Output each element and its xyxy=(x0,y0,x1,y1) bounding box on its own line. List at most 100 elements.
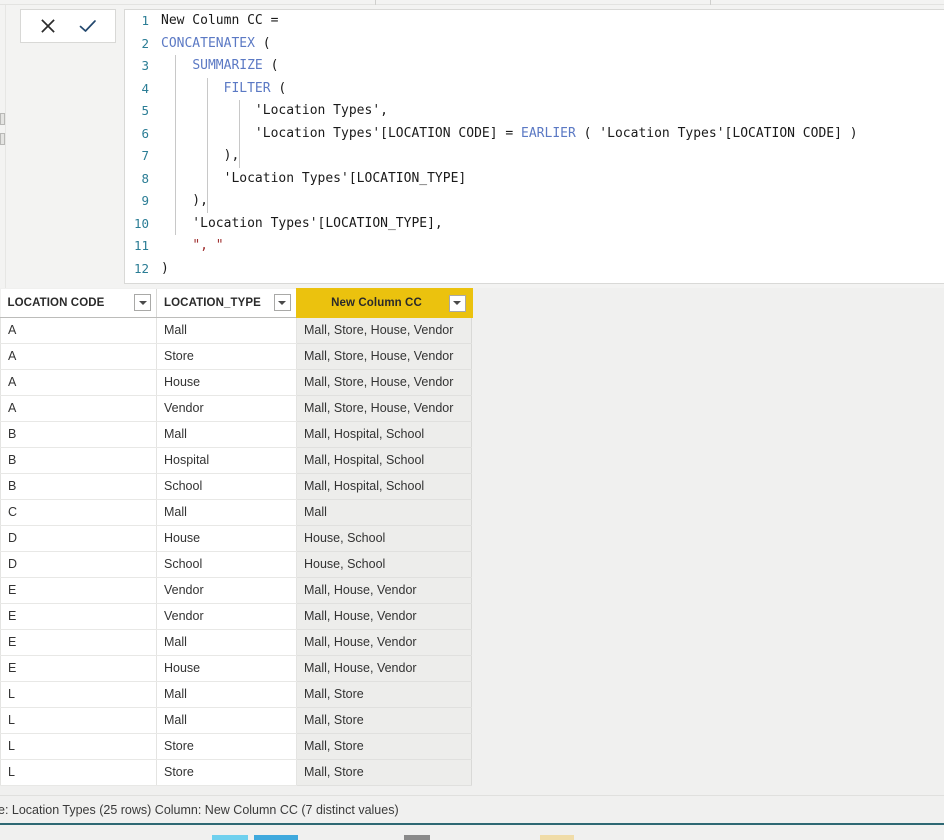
table-row[interactable]: L Store Mall, Store xyxy=(0,733,472,760)
table-cell[interactable]: Mall, Store, House, Vendor xyxy=(296,369,472,396)
taskbar-chip[interactable] xyxy=(212,835,248,840)
table-cell[interactable]: House xyxy=(156,369,297,396)
table-row[interactable]: A Vendor Mall, Store, House, Vendor xyxy=(0,395,472,422)
table-row[interactable]: E House Mall, House, Vendor xyxy=(0,655,472,682)
left-panel-handle[interactable] xyxy=(0,113,5,125)
table-cell[interactable]: Mall xyxy=(296,499,472,526)
table-cell[interactable]: School xyxy=(156,551,297,578)
taskbar-chip[interactable] xyxy=(254,835,298,840)
table-cell[interactable]: Hospital xyxy=(156,447,297,474)
table-row[interactable]: L Mall Mall, Store xyxy=(0,681,472,708)
table-cell[interactable]: House xyxy=(156,655,297,682)
left-panel-handle[interactable] xyxy=(0,133,5,145)
table-cell[interactable]: L xyxy=(0,733,157,760)
table-cell[interactable]: E xyxy=(0,655,157,682)
table-cell[interactable]: Mall, Store xyxy=(296,733,472,760)
taskbar-chip[interactable] xyxy=(404,835,430,840)
table-cell[interactable]: School xyxy=(156,473,297,500)
code-line: 2 CONCATENATEX ( xyxy=(125,33,944,56)
table-cell[interactable]: House, School xyxy=(296,551,472,578)
table-cell[interactable]: Mall, Store xyxy=(296,681,472,708)
table-cell[interactable]: Mall xyxy=(156,707,297,734)
table-cell[interactable]: Mall, Store xyxy=(296,759,472,786)
table-cell[interactable]: Mall, Hospital, School xyxy=(296,473,472,500)
table-cell[interactable]: Mall xyxy=(156,681,297,708)
table-row[interactable]: D School House, School xyxy=(0,551,472,578)
table-cell[interactable]: E xyxy=(0,577,157,604)
column-header-2[interactable]: LOCATION_TYPE xyxy=(156,289,297,318)
table-cell[interactable]: Mall, House, Vendor xyxy=(296,577,472,604)
table-cell[interactable]: D xyxy=(0,551,157,578)
table-cell[interactable]: A xyxy=(0,343,157,370)
chevron-down-icon xyxy=(278,300,286,305)
table-cell[interactable]: E xyxy=(0,603,157,630)
code-text: SUMMARIZE ( xyxy=(155,55,944,78)
table-cell[interactable]: Store xyxy=(156,343,297,370)
table-cell[interactable]: Mall xyxy=(156,499,297,526)
code-token-fn: CONCATENATEX xyxy=(161,35,255,51)
table-cell[interactable]: C xyxy=(0,499,157,526)
column-header-1[interactable]: LOCATION CODE xyxy=(0,289,157,318)
table-cell[interactable]: Vendor xyxy=(156,395,297,422)
table-cell[interactable]: Mall, Hospital, School xyxy=(296,421,472,448)
line-number: 5 xyxy=(141,103,149,118)
table-cell[interactable]: L xyxy=(0,759,157,786)
table-cell[interactable]: Mall, Store xyxy=(296,707,472,734)
table-cell[interactable]: Mall, House, Vendor xyxy=(296,629,472,656)
column-filter-dropdown-button[interactable] xyxy=(134,294,151,312)
code-token-fn: EARLIER xyxy=(521,125,576,141)
table-cell[interactable]: D xyxy=(0,525,157,552)
table-row[interactable]: A Store Mall, Store, House, Vendor xyxy=(0,343,472,370)
power-bi-dax-editor-window: 1 New Column CC = 2 CONCATENATEX (3 SUMMARI… xyxy=(0,0,944,840)
table-cell[interactable]: Mall xyxy=(156,629,297,656)
code-text: FILTER ( xyxy=(155,78,944,101)
table-cell[interactable]: L xyxy=(0,681,157,708)
table-cell[interactable]: A xyxy=(0,317,157,344)
column-header-3[interactable]: New Column CC xyxy=(295,288,473,318)
table-cell[interactable]: Store xyxy=(156,733,297,760)
table-cell[interactable]: House, School xyxy=(296,525,472,552)
table-row[interactable]: C Mall Mall xyxy=(0,499,472,526)
table-row[interactable]: E Mall Mall, House, Vendor xyxy=(0,629,472,656)
table-row[interactable]: D House House, School xyxy=(0,525,472,552)
line-number: 7 xyxy=(141,148,149,163)
code-token-op: 'Location Types', xyxy=(161,103,388,118)
code-token-op: ) xyxy=(161,260,169,276)
table-row[interactable]: A Mall Mall, Store, House, Vendor xyxy=(0,317,472,344)
code-text: ", " xyxy=(155,235,944,258)
table-cell[interactable]: Mall, Store, House, Vendor xyxy=(296,317,472,344)
table-cell[interactable]: B xyxy=(0,473,157,500)
table-cell[interactable]: A xyxy=(0,395,157,422)
table-row[interactable]: L Store Mall, Store xyxy=(0,759,472,786)
table-cell[interactable]: L xyxy=(0,707,157,734)
table-cell[interactable]: Mall, House, Vendor xyxy=(296,603,472,630)
dax-formula-editor[interactable]: 1 New Column CC = 2 CONCATENATEX (3 SUMMARI… xyxy=(124,9,944,284)
table-cell[interactable]: House xyxy=(156,525,297,552)
table-cell[interactable]: Mall, House, Vendor xyxy=(296,655,472,682)
table-cell[interactable]: Vendor xyxy=(156,577,297,604)
table-cell[interactable]: Mall xyxy=(156,421,297,448)
table-row[interactable]: B Hospital Mall, Hospital, School xyxy=(0,447,472,474)
column-filter-dropdown-button[interactable] xyxy=(448,294,466,312)
table-row[interactable]: L Mall Mall, Store xyxy=(0,707,472,734)
table-cell[interactable]: Mall, Store, House, Vendor xyxy=(296,343,472,370)
table-cell[interactable]: A xyxy=(0,369,157,396)
table-cell[interactable]: Store xyxy=(156,759,297,786)
table-cell[interactable]: B xyxy=(0,421,157,448)
taskbar-chip[interactable] xyxy=(540,835,574,840)
table-row[interactable]: B Mall Mall, Hospital, School xyxy=(0,421,472,448)
accept-formula-button[interactable] xyxy=(73,12,103,40)
table-row[interactable]: B School Mall, Hospital, School xyxy=(0,473,472,500)
table-cell[interactable]: Vendor xyxy=(156,603,297,630)
table-row[interactable]: E Vendor Mall, House, Vendor xyxy=(0,603,472,630)
formula-commit-buttons xyxy=(20,9,116,43)
table-row[interactable]: E Vendor Mall, House, Vendor xyxy=(0,577,472,604)
table-row[interactable]: A House Mall, Store, House, Vendor xyxy=(0,369,472,396)
table-cell[interactable]: Mall, Hospital, School xyxy=(296,447,472,474)
column-filter-dropdown-button[interactable] xyxy=(273,294,291,312)
table-cell[interactable]: Mall, Store, House, Vendor xyxy=(296,395,472,422)
table-cell[interactable]: Mall xyxy=(156,317,297,344)
table-cell[interactable]: B xyxy=(0,447,157,474)
cancel-formula-button[interactable] xyxy=(33,12,63,40)
table-cell[interactable]: E xyxy=(0,629,157,656)
